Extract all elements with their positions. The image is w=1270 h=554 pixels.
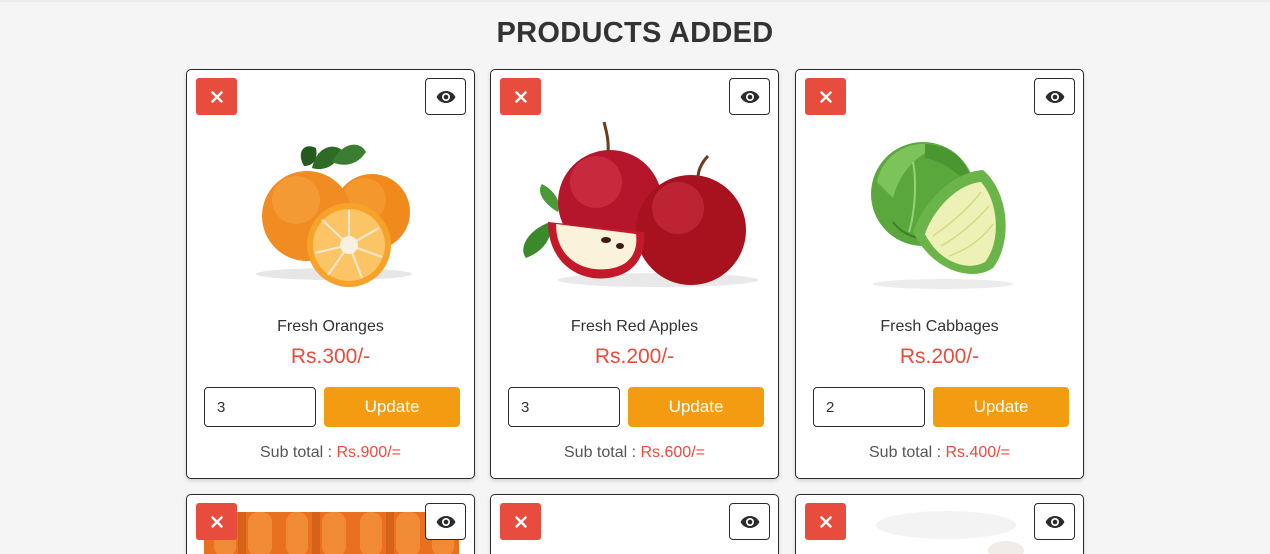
product-card-oranges: Fresh Oranges Rs.300/- Update Sub total … (186, 69, 475, 479)
delete-button[interactable] (500, 503, 541, 540)
product-price: Rs.300/- (290, 345, 371, 368)
product-price: Rs.200/- (594, 345, 675, 368)
view-button[interactable] (1034, 503, 1075, 540)
subtotal: Sub total : Rs.400/= (796, 444, 1083, 462)
product-card-cabbages: Fresh Cabbages Rs.200/- Update Sub total… (795, 69, 1084, 479)
delete-button[interactable] (500, 78, 541, 115)
eye-icon (1045, 90, 1064, 103)
eye-icon (436, 515, 455, 528)
product-name: Fresh Oranges (277, 318, 384, 335)
view-button[interactable] (729, 503, 770, 540)
quantity-input[interactable] (813, 387, 925, 427)
view-button[interactable] (729, 78, 770, 115)
view-button[interactable] (1034, 78, 1075, 115)
update-button[interactable]: Update (628, 387, 764, 427)
close-icon (514, 515, 527, 528)
quantity-input[interactable] (204, 387, 316, 427)
product-name: Fresh Cabbages (880, 318, 999, 335)
product-image-cabbages (871, 142, 1013, 289)
eye-icon (740, 515, 759, 528)
delete-button[interactable] (805, 78, 846, 115)
product-image-oranges (256, 144, 412, 287)
update-button[interactable]: Update (933, 387, 1069, 427)
subtotal: Sub total : Rs.600/= (491, 444, 778, 462)
product-card-row2-right (795, 494, 1084, 554)
product-image-carrots (204, 512, 459, 554)
update-button[interactable]: Update (324, 387, 460, 427)
close-icon (210, 515, 223, 528)
delete-button[interactable] (805, 503, 846, 540)
product-price: Rs.200/- (899, 345, 980, 368)
product-card-carrots (186, 494, 475, 554)
eye-icon (1045, 515, 1064, 528)
subtotal-label: Sub total : (260, 444, 337, 461)
subtotal: Sub total : Rs.900/= (187, 444, 474, 462)
product-card-apples: Fresh Red Apples Rs.200/- Update Sub tot… (490, 69, 779, 479)
eye-icon (740, 90, 759, 103)
close-icon (819, 90, 832, 103)
product-image-partial (876, 511, 1024, 554)
subtotal-label: Sub total : (869, 444, 946, 461)
product-card-row2-middle (490, 494, 779, 554)
product-name: Fresh Red Apples (570, 318, 699, 335)
subtotal-value: Rs.900/= (336, 444, 401, 461)
product-image-apples (523, 121, 758, 287)
delete-button[interactable] (196, 78, 237, 115)
page-title: PRODUCTS ADDED (496, 17, 774, 49)
top-divider (0, 0, 1270, 2)
close-icon (514, 90, 527, 103)
close-icon (819, 515, 832, 528)
subtotal-value: Rs.600/= (640, 444, 705, 461)
subtotal-value: Rs.400/= (945, 444, 1010, 461)
quantity-input[interactable] (508, 387, 620, 427)
eye-icon (436, 90, 455, 103)
delete-button[interactable] (196, 503, 237, 540)
subtotal-label: Sub total : (564, 444, 641, 461)
view-button[interactable] (425, 78, 466, 115)
close-icon (210, 90, 223, 103)
view-button[interactable] (425, 503, 466, 540)
